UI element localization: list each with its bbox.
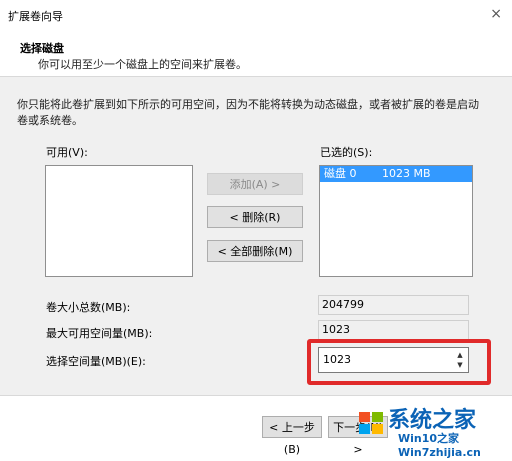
disk-size: 1023 MB: [382, 167, 431, 180]
select-space-label: 选择空间量(MB)(E):: [46, 355, 146, 368]
wizard-content: 你只能将此卷扩展到如下所示的可用空间，因为不能将转换为动态磁盘，或者被扩展的卷是…: [0, 77, 512, 395]
title-bar: 扩展卷向导 ×: [0, 0, 512, 30]
wizard-footer: < 上一步(B) 下一步(N) > 系统之家 Win10之家 Win7zhiji…: [0, 395, 512, 459]
total-size-value: 204799: [318, 295, 469, 315]
wizard-header: 选择磁盘 你可以用至少一个磁盘上的空间来扩展卷。: [0, 30, 512, 77]
list-item[interactable]: 磁盘 0 1023 MB: [320, 166, 472, 182]
selected-label: 已选的(S):: [320, 146, 373, 159]
highlight-box: [307, 339, 491, 385]
back-button[interactable]: < 上一步(B): [262, 416, 322, 456]
disk-name: 磁盘 0: [324, 167, 357, 180]
remove-all-button[interactable]: < 全部删除(M): [207, 240, 303, 262]
page-title: 选择磁盘: [20, 42, 64, 55]
add-button[interactable]: 添加(A) >: [207, 173, 303, 195]
remove-button[interactable]: < 删除(R): [207, 206, 303, 228]
window-title: 扩展卷向导: [8, 10, 63, 23]
max-space-value: 1023: [318, 320, 469, 340]
available-listbox[interactable]: [45, 165, 193, 277]
page-subtitle: 你可以用至少一个磁盘上的空间来扩展卷。: [38, 58, 247, 71]
selected-listbox[interactable]: 磁盘 0 1023 MB: [319, 165, 473, 277]
close-icon[interactable]: ×: [490, 6, 502, 22]
description-text: 你只能将此卷扩展到如下所示的可用空间，因为不能将转换为动态磁盘，或者被扩展的卷是…: [17, 98, 479, 127]
total-size-label: 卷大小总数(MB):: [46, 301, 131, 314]
watermark: 系统之家 Win10之家 Win7zhijia.cn: [358, 402, 508, 459]
windows-logo-icon: [359, 412, 383, 434]
max-space-label: 最大可用空间量(MB):: [46, 327, 153, 340]
watermark-url: Win10之家 Win7zhijia.cn: [398, 432, 481, 459]
available-label: 可用(V):: [46, 146, 88, 159]
